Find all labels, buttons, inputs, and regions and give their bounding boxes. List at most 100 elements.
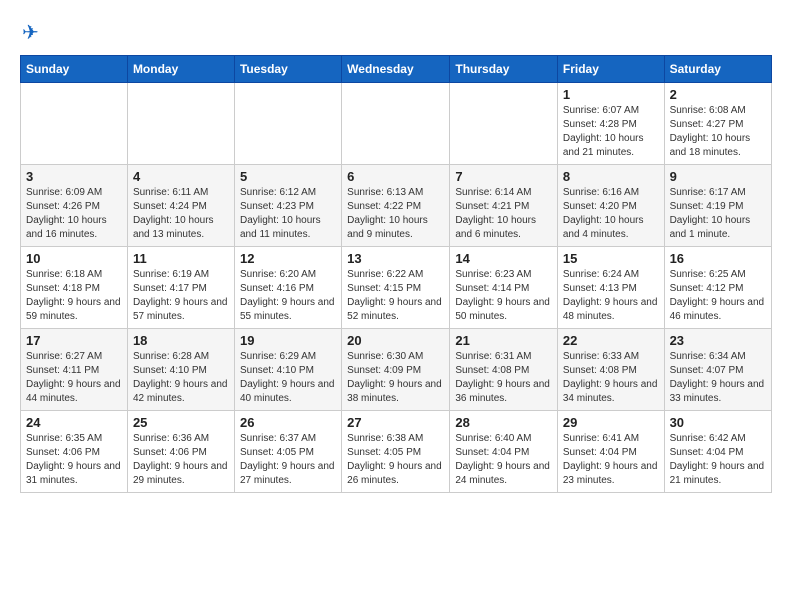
day-number: 20 xyxy=(347,333,444,348)
day-number: 10 xyxy=(26,251,122,266)
day-cell: 4 Sunrise: 6:11 AM Sunset: 4:24 PM Daylig… xyxy=(127,165,234,247)
day-info: Sunrise: 6:35 AM Sunset: 4:06 PM Dayligh… xyxy=(26,432,122,488)
day-cell: 5Sunrise: 6:12 AM Sunset: 4:23 PM Daylig… xyxy=(234,165,341,247)
header-day-wednesday: Wednesday xyxy=(342,56,450,83)
day-number: 24 xyxy=(26,415,122,430)
week-row-4: 24 Sunrise: 6:35 AM Sunset: 4:06 PM Dayli… xyxy=(21,411,772,493)
day-number: 7 xyxy=(455,169,552,184)
header-day-monday: Monday xyxy=(127,56,234,83)
day-cell: 6 Sunrise: 6:13 AM Sunset: 4:22 PM Daylig… xyxy=(342,165,450,247)
day-cell: 1 Sunrise: 6:07 AM Sunset: 4:28 PM Daylig… xyxy=(557,83,664,165)
header: ✈ xyxy=(20,20,772,45)
day-cell xyxy=(21,83,128,165)
day-info: Sunrise: 6:40 AM Sunset: 4:04 PM Dayligh… xyxy=(455,432,552,488)
week-row-3: 17Sunrise: 6:27 AM Sunset: 4:11 PM Dayli… xyxy=(21,329,772,411)
day-cell: 19 Sunrise: 6:29 AM Sunset: 4:10 PM Dayli… xyxy=(234,329,341,411)
day-info: Sunrise: 6:19 AM Sunset: 4:17 PM Dayligh… xyxy=(133,268,229,324)
day-number: 19 xyxy=(240,333,336,348)
day-cell: 28 Sunrise: 6:40 AM Sunset: 4:04 PM Dayli… xyxy=(450,411,558,493)
day-info: Sunrise: 6:14 AM Sunset: 4:21 PM Dayligh… xyxy=(455,186,552,242)
week-row-0: 1 Sunrise: 6:07 AM Sunset: 4:28 PM Daylig… xyxy=(21,83,772,165)
day-number: 6 xyxy=(347,169,444,184)
day-cell: 21Sunrise: 6:31 AM Sunset: 4:08 PM Dayli… xyxy=(450,329,558,411)
day-cell: 15 Sunrise: 6:24 AM Sunset: 4:13 PM Dayli… xyxy=(557,247,664,329)
logo-bird-icon: ✈ xyxy=(22,20,39,45)
week-row-1: 3 Sunrise: 6:09 AM Sunset: 4:26 PM Daylig… xyxy=(21,165,772,247)
header-day-tuesday: Tuesday xyxy=(234,56,341,83)
day-number: 12 xyxy=(240,251,336,266)
day-info: Sunrise: 6:18 AM Sunset: 4:18 PM Dayligh… xyxy=(26,268,122,324)
day-info: Sunrise: 6:09 AM Sunset: 4:26 PM Dayligh… xyxy=(26,186,122,242)
day-cell: 17Sunrise: 6:27 AM Sunset: 4:11 PM Dayli… xyxy=(21,329,128,411)
day-number: 9 xyxy=(670,169,766,184)
day-cell: 11 Sunrise: 6:19 AM Sunset: 4:17 PM Dayli… xyxy=(127,247,234,329)
day-info: Sunrise: 6:16 AM Sunset: 4:20 PM Dayligh… xyxy=(563,186,659,242)
day-number: 4 xyxy=(133,169,229,184)
day-cell: 10 Sunrise: 6:18 AM Sunset: 4:18 PM Dayli… xyxy=(21,247,128,329)
day-cell: 9 Sunrise: 6:17 AM Sunset: 4:19 PM Daylig… xyxy=(664,165,771,247)
day-number: 8 xyxy=(563,169,659,184)
day-number: 28 xyxy=(455,415,552,430)
logo: ✈ xyxy=(20,20,39,45)
day-number: 22 xyxy=(563,333,659,348)
day-cell xyxy=(450,83,558,165)
day-cell: 23 Sunrise: 6:34 AM Sunset: 4:07 PM Dayli… xyxy=(664,329,771,411)
day-info: Sunrise: 6:38 AM Sunset: 4:05 PM Dayligh… xyxy=(347,432,444,488)
header-day-friday: Friday xyxy=(557,56,664,83)
day-cell: 18 Sunrise: 6:28 AM Sunset: 4:10 PM Dayli… xyxy=(127,329,234,411)
day-info: Sunrise: 6:42 AM Sunset: 4:04 PM Dayligh… xyxy=(670,432,766,488)
day-cell: 14Sunrise: 6:23 AM Sunset: 4:14 PM Dayli… xyxy=(450,247,558,329)
calendar-body: 1 Sunrise: 6:07 AM Sunset: 4:28 PM Daylig… xyxy=(21,83,772,493)
day-cell: 24 Sunrise: 6:35 AM Sunset: 4:06 PM Dayli… xyxy=(21,411,128,493)
day-info: Sunrise: 6:28 AM Sunset: 4:10 PM Dayligh… xyxy=(133,350,229,406)
day-number: 30 xyxy=(670,415,766,430)
day-info: Sunrise: 6:37 AM Sunset: 4:05 PM Dayligh… xyxy=(240,432,336,488)
day-number: 23 xyxy=(670,333,766,348)
calendar-header: SundayMondayTuesdayWednesdayThursdayFrid… xyxy=(21,56,772,83)
day-info: Sunrise: 6:24 AM Sunset: 4:13 PM Dayligh… xyxy=(563,268,659,324)
day-info: Sunrise: 6:41 AM Sunset: 4:04 PM Dayligh… xyxy=(563,432,659,488)
day-info: Sunrise: 6:23 AM Sunset: 4:14 PM Dayligh… xyxy=(455,268,552,324)
day-cell: 29 Sunrise: 6:41 AM Sunset: 4:04 PM Dayli… xyxy=(557,411,664,493)
day-info: Sunrise: 6:11 AM Sunset: 4:24 PM Dayligh… xyxy=(133,186,229,242)
day-info: Sunrise: 6:36 AM Sunset: 4:06 PM Dayligh… xyxy=(133,432,229,488)
day-info: Sunrise: 6:31 AM Sunset: 4:08 PM Dayligh… xyxy=(455,350,552,406)
day-number: 3 xyxy=(26,169,122,184)
day-number: 2 xyxy=(670,87,766,102)
day-info: Sunrise: 6:34 AM Sunset: 4:07 PM Dayligh… xyxy=(670,350,766,406)
day-cell: 25 Sunrise: 6:36 AM Sunset: 4:06 PM Dayli… xyxy=(127,411,234,493)
day-info: Sunrise: 6:13 AM Sunset: 4:22 PM Dayligh… xyxy=(347,186,444,242)
day-info: Sunrise: 6:22 AM Sunset: 4:15 PM Dayligh… xyxy=(347,268,444,324)
header-day-saturday: Saturday xyxy=(664,56,771,83)
day-cell: 2 Sunrise: 6:08 AM Sunset: 4:27 PM Daylig… xyxy=(664,83,771,165)
calendar-table: SundayMondayTuesdayWednesdayThursdayFrid… xyxy=(20,55,772,493)
day-cell: 12 Sunrise: 6:20 AM Sunset: 4:16 PM Dayli… xyxy=(234,247,341,329)
day-cell: 20Sunrise: 6:30 AM Sunset: 4:09 PM Dayli… xyxy=(342,329,450,411)
day-cell xyxy=(234,83,341,165)
day-number: 15 xyxy=(563,251,659,266)
day-cell: 7 Sunrise: 6:14 AM Sunset: 4:21 PM Daylig… xyxy=(450,165,558,247)
day-number: 18 xyxy=(133,333,229,348)
day-info: Sunrise: 6:29 AM Sunset: 4:10 PM Dayligh… xyxy=(240,350,336,406)
day-number: 29 xyxy=(563,415,659,430)
day-number: 11 xyxy=(133,251,229,266)
day-cell: 30 Sunrise: 6:42 AM Sunset: 4:04 PM Dayli… xyxy=(664,411,771,493)
day-info: Sunrise: 6:33 AM Sunset: 4:08 PM Dayligh… xyxy=(563,350,659,406)
day-cell: 13Sunrise: 6:22 AM Sunset: 4:15 PM Dayli… xyxy=(342,247,450,329)
day-info: Sunrise: 6:07 AM Sunset: 4:28 PM Dayligh… xyxy=(563,104,659,160)
day-number: 16 xyxy=(670,251,766,266)
day-info: Sunrise: 6:25 AM Sunset: 4:12 PM Dayligh… xyxy=(670,268,766,324)
day-number: 1 xyxy=(563,87,659,102)
day-number: 26 xyxy=(240,415,336,430)
day-cell: 3 Sunrise: 6:09 AM Sunset: 4:26 PM Daylig… xyxy=(21,165,128,247)
day-cell: 22 Sunrise: 6:33 AM Sunset: 4:08 PM Dayli… xyxy=(557,329,664,411)
day-info: Sunrise: 6:17 AM Sunset: 4:19 PM Dayligh… xyxy=(670,186,766,242)
day-number: 25 xyxy=(133,415,229,430)
day-cell: 8 Sunrise: 6:16 AM Sunset: 4:20 PM Daylig… xyxy=(557,165,664,247)
day-cell: 16 Sunrise: 6:25 AM Sunset: 4:12 PM Dayli… xyxy=(664,247,771,329)
day-info: Sunrise: 6:20 AM Sunset: 4:16 PM Dayligh… xyxy=(240,268,336,324)
day-cell xyxy=(342,83,450,165)
day-info: Sunrise: 6:08 AM Sunset: 4:27 PM Dayligh… xyxy=(670,104,766,160)
day-cell xyxy=(127,83,234,165)
day-cell: 26 Sunrise: 6:37 AM Sunset: 4:05 PM Dayli… xyxy=(234,411,341,493)
